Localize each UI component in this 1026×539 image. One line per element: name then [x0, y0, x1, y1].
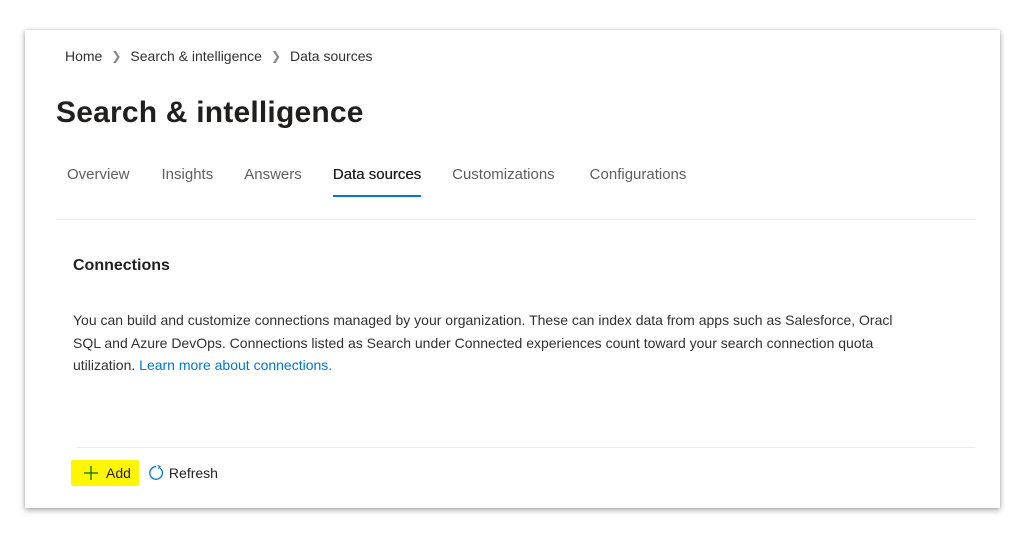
connections-heading: Connections	[73, 257, 170, 274]
breadcrumb-data-sources: Data sources	[290, 48, 373, 64]
tab-data-sources[interactable]: Data sources	[332, 166, 422, 197]
tab-answers[interactable]: Answers	[244, 166, 302, 197]
add-button[interactable]: Add	[71, 460, 139, 486]
tab-customizations[interactable]: Customizations	[452, 166, 555, 197]
description-line-last: utilization. Learn more about connection…	[73, 354, 1000, 377]
chevron-right-icon: ❯	[111, 49, 122, 63]
tab-configurations[interactable]: Configurations	[590, 166, 687, 197]
description-line-text: utilization.	[73, 357, 136, 373]
learn-more-link[interactable]: Learn more about connections.	[139, 357, 332, 373]
tab-insights[interactable]: Insights	[162, 166, 214, 197]
breadcrumb: Home ❯ Search & intelligence ❯ Data sour…	[65, 48, 373, 64]
refresh-button[interactable]: Refresh	[139, 460, 222, 486]
breadcrumb-search-intelligence[interactable]: Search & intelligence	[130, 48, 262, 64]
tab-bar: Overview Insights Answers Data sources C…	[67, 166, 686, 197]
command-bar: Add Refresh	[71, 459, 222, 487]
add-button-label: Add	[106, 465, 131, 481]
chevron-right-icon: ❯	[270, 49, 282, 63]
connections-description: You can build and customize connections …	[73, 309, 1000, 377]
tab-divider	[56, 219, 975, 220]
plus-icon	[84, 466, 98, 480]
breadcrumb-home[interactable]: Home	[65, 48, 102, 64]
tab-overview[interactable]: Overview	[67, 166, 130, 197]
description-line: SQL and Azure DevOps. Connections listed…	[73, 334, 874, 351]
refresh-button-label: Refresh	[168, 465, 218, 481]
page-title: Search & intelligence	[56, 96, 364, 129]
data-sources-panel: Home ❯ Search & intelligence ❯ Data sour…	[25, 30, 1000, 508]
toolbar-divider	[77, 447, 975, 448]
description-line: You can build and customize connections …	[73, 312, 893, 328]
refresh-icon	[149, 464, 163, 480]
